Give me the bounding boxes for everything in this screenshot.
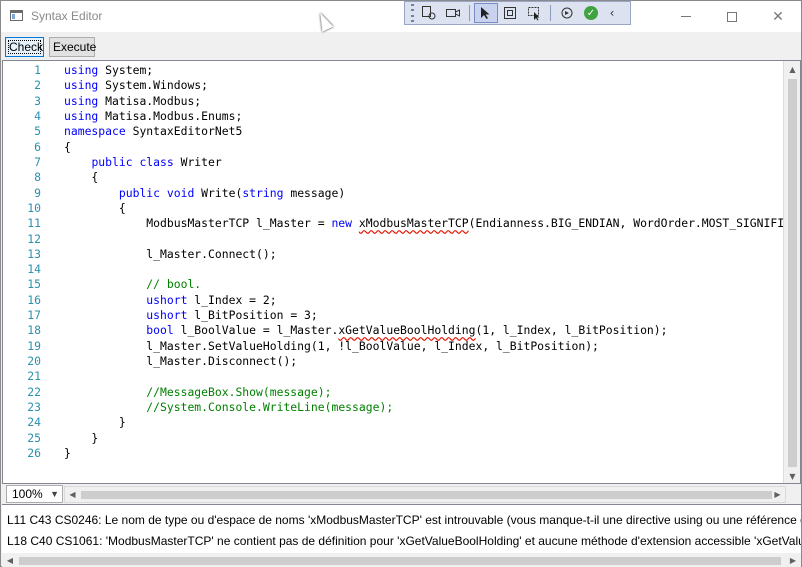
line-number: 19 <box>27 338 41 353</box>
window-app-icon <box>10 10 23 21</box>
scroll-left-arrow-icon[interactable]: ◀ <box>65 487 80 502</box>
toolbar-grip-icon[interactable] <box>408 4 417 22</box>
code-text[interactable]: ModbusMasterTCP l_Master = new xModbusMa… <box>64 216 800 231</box>
line-number: 15 <box>27 277 41 292</box>
line-number: 20 <box>27 354 41 369</box>
line-number: 23 <box>27 400 41 415</box>
scroll-right-arrow-icon[interactable]: ▶ <box>785 553 801 567</box>
xaml-debug-toolbar: ✓ ‹ <box>404 1 631 25</box>
line-number: 25 <box>27 430 41 445</box>
close-icon: ✕ <box>772 8 784 25</box>
code-text[interactable]: bool l_BoolValue = l_Master.xGetValueBoo… <box>64 323 667 338</box>
scroll-thumb[interactable] <box>81 491 772 499</box>
error-item[interactable]: L18 C40 CS1061: 'ModbusMasterTCP' ne con… <box>7 531 801 551</box>
line-number: 10 <box>27 200 41 215</box>
code-editor[interactable]: 1 using System; 2 using System.Windows; 3 usi… <box>2 60 801 484</box>
maximize-button[interactable] <box>709 1 755 32</box>
code-text[interactable]: { <box>64 170 98 185</box>
hot-reload-icon[interactable] <box>555 3 579 23</box>
line-number: 24 <box>27 415 41 430</box>
zoom-value: 100% <box>12 487 43 501</box>
code-text[interactable]: } <box>64 446 71 461</box>
maximize-icon <box>727 11 737 22</box>
code-text[interactable]: ushort l_BitPosition = 3; <box>64 308 317 323</box>
line-number: 9 <box>34 185 41 200</box>
line-number: 1 <box>34 63 41 77</box>
code-text[interactable]: using System; <box>64 63 153 78</box>
line-number: 2 <box>34 78 41 93</box>
error-list: L11 C43 CS0246: Le nom de type ou d'espa… <box>2 504 801 567</box>
code-text[interactable]: ushort l_Index = 2; <box>64 293 276 308</box>
editor-horizontal-scrollbar[interactable]: ◀ ▶ <box>64 486 786 503</box>
line-number: 8 <box>34 170 41 185</box>
code-text[interactable]: //System.Console.WriteLine(message); <box>64 400 393 415</box>
execute-button[interactable]: Execute <box>49 37 96 57</box>
line-number: 21 <box>27 369 41 384</box>
toolbar-separator <box>550 5 551 21</box>
select-element-icon[interactable] <box>474 3 498 23</box>
code-text[interactable]: { <box>64 201 126 216</box>
track-focus-icon[interactable] <box>522 3 546 23</box>
minimize-icon <box>681 16 691 17</box>
code-text[interactable]: { <box>64 140 71 155</box>
syntax-editor-window: Syntax Editor ✓ ‹ ✕ Check Execute 1 usin… <box>0 0 802 567</box>
code-text[interactable]: using Matisa.Modbus.Enums; <box>64 109 242 124</box>
code-text[interactable]: // bool. <box>64 277 201 292</box>
editor-vertical-scrollbar[interactable]: ▲ ▼ <box>783 61 800 483</box>
title-bar[interactable]: Syntax Editor ✓ ‹ ✕ <box>1 1 801 32</box>
display-layout-icon[interactable] <box>498 3 522 23</box>
line-number: 17 <box>27 308 41 323</box>
errors-horizontal-scrollbar[interactable]: ◀ ▶ <box>2 553 801 567</box>
check-button[interactable]: Check <box>5 37 44 57</box>
toolbar-separator <box>469 5 470 21</box>
scroll-right-arrow-icon[interactable]: ▶ <box>770 487 785 502</box>
line-number: 13 <box>27 246 41 261</box>
code-text[interactable]: using System.Windows; <box>64 78 208 93</box>
line-number: 7 <box>34 154 41 169</box>
chevron-down-icon[interactable]: ▼ <box>50 486 59 502</box>
scroll-thumb[interactable] <box>19 557 781 565</box>
line-number: 11 <box>27 216 41 231</box>
scroll-left-arrow-icon[interactable]: ◀ <box>2 553 18 567</box>
line-number: 5 <box>34 124 41 139</box>
main-toolbar: Check Execute <box>1 32 801 60</box>
code-text[interactable]: namespace SyntaxEditorNet5 <box>64 124 242 139</box>
line-number: 12 <box>27 231 41 246</box>
line-number: 16 <box>27 292 41 307</box>
live-tree-icon[interactable] <box>417 3 441 23</box>
line-number: 6 <box>34 139 41 154</box>
code-text[interactable]: l_Master.Disconnect(); <box>64 354 297 369</box>
line-number: 22 <box>27 384 41 399</box>
line-number: 26 <box>27 446 41 460</box>
record-icon[interactable] <box>441 3 465 23</box>
code-text[interactable]: l_Master.Connect(); <box>64 247 276 262</box>
scroll-thumb[interactable] <box>788 79 797 467</box>
code-text[interactable]: } <box>64 431 98 446</box>
line-number: 14 <box>27 262 41 277</box>
error-item[interactable]: L11 C43 CS0246: Le nom de type ou d'espa… <box>7 510 801 530</box>
collapse-icon[interactable]: ‹ <box>603 3 621 23</box>
code-text[interactable]: } <box>64 415 126 430</box>
close-button[interactable]: ✕ <box>755 1 801 32</box>
editor-bottom-bar: 100% ▼ ◀ ▶ <box>2 484 801 504</box>
line-number: 4 <box>34 108 41 123</box>
ok-icon[interactable]: ✓ <box>579 3 603 23</box>
line-number: 3 <box>34 93 41 108</box>
scroll-down-arrow-icon[interactable]: ▼ <box>784 468 800 483</box>
code-text[interactable]: public void Write(string message) <box>64 186 345 201</box>
code-text[interactable]: public class Writer <box>64 155 221 170</box>
code-text[interactable]: //MessageBox.Show(message); <box>64 385 331 400</box>
window-title: Syntax Editor <box>31 9 103 23</box>
code-text[interactable]: l_Master.SetValueHolding(1, !l_BoolValue… <box>64 339 599 354</box>
line-number: 18 <box>27 323 41 338</box>
scroll-up-arrow-icon[interactable]: ▲ <box>784 61 800 78</box>
code-text[interactable]: using Matisa.Modbus; <box>64 94 201 109</box>
zoom-select[interactable]: 100% ▼ <box>6 485 63 503</box>
minimize-button[interactable] <box>663 1 709 32</box>
